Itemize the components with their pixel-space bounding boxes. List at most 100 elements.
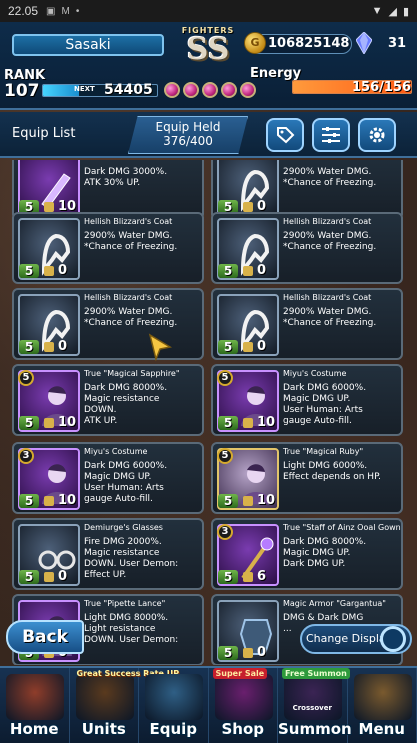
equip-count: 10 [257,415,276,430]
dot-icon: • [75,5,80,17]
lapis-crystal-icon [356,32,372,54]
unit-corner-badge: 5 [217,370,233,386]
pointer-cursor-icon [148,333,173,362]
energy-value: 156/156 [352,80,412,95]
nav-label: Shop [221,720,265,738]
rarity-star-badge: 5 [218,340,238,354]
equip-count: 10 [58,415,77,430]
equip-count: 0 [58,339,68,354]
equip-description: Dark DMG 6000%. Magic DMG UP. User Human… [84,461,168,504]
player-header: Sasaki RANK 107 NEXT 54405 FIGHTERS SS G… [0,22,417,110]
signal-icon: ◢ [388,5,397,18]
nav-menu[interactable]: Menu [348,668,417,743]
equip-card[interactable]: 5 5 10 True "Magical Sapphire" Dark DMG 8000… [12,364,204,436]
coat-icon [34,306,80,352]
orb-icon [164,82,180,98]
equip-card[interactable]: 5 5 10 Miyu's Costume Dark DMG 6000%. Magic … [211,364,403,436]
nav-home[interactable]: Home [0,668,70,743]
orb-icon [202,82,218,98]
equip-description: 2900% Water DMG. *Chance of Freezing. [283,231,377,252]
wifi-icon: ▼ [371,4,383,17]
rarity-star-badge: 5 [19,340,39,354]
back-button[interactable]: Back [6,620,84,654]
equip-card[interactable]: 5 0 Hellish Blizzard's Coat 2900% Water DMG… [12,288,204,360]
equip-held-box: Equip Held 376/400 [128,116,248,154]
tag-button[interactable] [266,118,304,152]
equip-name: True "Staff of Ainz Ooal Gown" [283,523,403,532]
equip-name: Hellish Blizzard's Coat [283,217,372,226]
next-exp-value: 54405 [104,82,153,98]
nav-menu-icon [353,674,412,720]
equip-card[interactable]: 5 0 2900% Water DMG. *Chance of Freezing. [211,160,403,220]
equip-card[interactable]: 5 0 Hellish Blizzard's Coat 2900% Water DMG… [211,288,403,360]
equip-card[interactable]: 5 5 10 True "Magical Ruby" Light DMG 6000%. … [211,442,403,514]
nav-units[interactable]: Great Success Rate UP Units [70,668,179,743]
refresh-icon [380,626,406,652]
nav-label: Menu [358,720,405,738]
equip-card[interactable]: 5 0 Hellish Blizzard's Coat 2900% Water DMG… [12,212,204,284]
coat-icon [233,230,279,276]
rank-value: 107 [4,81,40,101]
equip-count: 10 [58,493,77,508]
nav-shop[interactable]: Super Sale Shop [209,668,278,743]
equip-count: 0 [257,263,267,278]
equip-name: Hellish Blizzard's Coat [283,293,372,302]
filter-button[interactable] [312,118,350,152]
lock-icon [44,418,54,428]
lock-icon [243,572,253,582]
glasses-icon [34,536,80,582]
nav-units-icon [75,674,134,720]
equip-card[interactable]: 5 0 Hellish Blizzard's Coat 2900% Water DMG… [211,212,403,284]
notification-m-icon: M [61,5,70,17]
nav-equip[interactable]: Equip [139,668,209,743]
lock-icon [44,342,54,352]
nav-summon-icon [284,674,342,720]
rarity-star-badge: 5 [19,570,39,584]
rarity-star-badge: 5 [218,416,238,430]
equip-list-label: Equip List [12,126,76,141]
equip-name: Demiurge's Glasses [84,523,163,532]
equip-name: Miyu's Costume [84,447,148,456]
lock-icon [243,266,253,276]
settings-icon [369,127,385,143]
nav-promo-tag: Super Sale [212,668,268,679]
player-name[interactable]: Sasaki [12,34,164,56]
system-status-bar: 22.05 ▣ M • ▼ ◢ ▮ [0,0,417,22]
nav-equip-icon [145,674,203,720]
lock-icon [44,572,54,582]
equip-card[interactable]: 5 0 Demiurge's Glasses Fire DMG 2000%. Magi… [12,518,204,590]
lock-icon [44,202,54,212]
next-label: NEXT [74,85,95,93]
equip-card[interactable]: 3 5 10 Miyu's Costume Dark DMG 6000%. Magic … [12,442,204,514]
rarity-star-badge: 5 [19,416,39,430]
equip-name: True "Magical Ruby" [283,447,364,456]
nav-home-icon [6,674,64,720]
equip-description: 2900% Water DMG. *Chance of Freezing. [84,231,178,252]
fighters-emblem[interactable]: FIGHTERS SS [176,22,240,84]
rarity-star-badge: 5 [218,570,238,584]
bottom-navigation: Home Great Success Rate UP Units Equip Super… [0,666,417,743]
battery-icon: ▮ [402,5,409,18]
equip-toolbar: Equip List Equip Held 376/400 [0,112,417,158]
energy-label: Energy [250,66,302,81]
equip-card[interactable]: 3 5 6 True "Staff of Ainz Ooal Gown" Dark DM… [211,518,403,590]
equip-name: Magic Armor "Gargantua" [283,599,386,608]
nav-label: Summon [278,720,352,738]
equip-description: Dark DMG 8000%. Magic resistance DOWN. A… [84,383,168,426]
rarity-star-badge: 5 [218,646,238,660]
status-time: 22.05 [8,4,39,18]
nav-label: Home [9,720,59,738]
armor-icon [233,612,279,658]
lock-icon [44,496,54,506]
orb-icon [221,82,237,98]
rarity-star-badge: 5 [218,264,238,278]
staff-icon [233,536,279,582]
rarity-star-badge: 5 [19,494,39,508]
gil-coin-icon: G [244,32,266,54]
settings-button[interactable] [358,118,396,152]
equip-card[interactable]: 5 10 Dark DMG 3000%. ATK 30% UP. [12,160,204,220]
equip-held-count: 376/400 [163,134,213,148]
equip-description: Light DMG 8000%. Light resistance DOWN. … [84,613,179,645]
unit-corner-badge: 3 [18,448,34,464]
nav-summon[interactable]: Free Summon Crossover Summon [278,668,352,743]
